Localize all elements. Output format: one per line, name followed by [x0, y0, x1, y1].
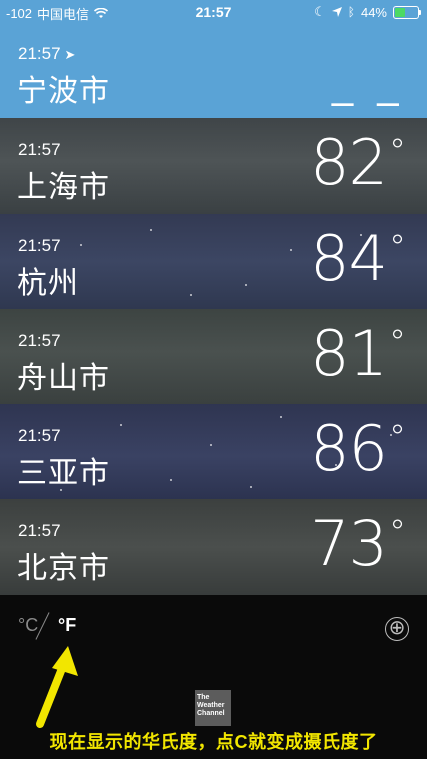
city-name: 杭州 — [17, 267, 79, 300]
city-temp: 82° — [310, 126, 406, 199]
city-temp-current: – – — [331, 80, 405, 118]
add-city-button[interactable]: ⊕ — [385, 617, 409, 641]
current-time-text: 21:57 — [18, 44, 61, 63]
city-row-shanghai[interactable]: 21:57 上海市 82° — [0, 118, 427, 214]
city-time: 21:57 — [18, 140, 61, 159]
city-time-current: 21:57 ➤ — [18, 44, 75, 64]
moon-icon: ☾ — [314, 4, 326, 19]
battery-fill — [395, 7, 405, 17]
city-temp: 86° — [310, 412, 406, 485]
annotation-arrow-icon — [36, 646, 78, 728]
battery-icon — [393, 5, 421, 19]
city-row-beijing[interactable]: 21:57 北京市 73° — [0, 499, 427, 595]
fahrenheit-toggle[interactable]: °F — [58, 615, 76, 636]
degree-symbol: ° — [389, 228, 406, 268]
temp-value: 81 — [310, 317, 388, 390]
city-row-zhoushan[interactable]: 21:57 舟山市 81° — [0, 309, 427, 404]
city-name: 三亚市 — [17, 457, 110, 490]
city-time: 21:57 — [18, 331, 61, 350]
city-temp: 81° — [310, 317, 406, 390]
annotation-text: 现在显示的华氏度，点C就变成摄氏度了 — [49, 732, 378, 752]
city-row-sanya[interactable]: 21:57 三亚市 86° — [0, 404, 427, 499]
degree-symbol: ° — [389, 418, 406, 458]
city-time: 21:57 — [18, 521, 61, 540]
city-temp: 84° — [310, 222, 406, 295]
city-time: 21:57 — [18, 236, 61, 255]
city-time: 21:57 — [18, 426, 61, 445]
status-bar: -102 中国电信 21:57 ☾ ᛒ 44% — [0, 0, 427, 24]
status-right: ☾ ᛒ 44% — [314, 4, 421, 20]
degree-symbol: ° — [389, 513, 406, 553]
city-name: 舟山市 — [17, 362, 110, 395]
city-row-current[interactable]: 21:57 ➤ 宁波市 – – — [0, 24, 427, 118]
location-icon — [331, 7, 342, 17]
degree-symbol: ° — [389, 323, 406, 363]
temp-value: 84 — [310, 222, 388, 295]
temp-value: 73 — [310, 507, 388, 580]
battery-percent: 44% — [360, 4, 387, 20]
celsius-toggle[interactable]: °C — [18, 615, 38, 636]
bluetooth-icon: ᛒ — [347, 5, 355, 19]
temp-value: 86 — [310, 412, 388, 485]
temp-value: 82 — [310, 126, 388, 199]
city-temp: 73° — [310, 507, 406, 580]
city-name: 北京市 — [17, 552, 110, 585]
location-arrow-icon: ➤ — [64, 47, 76, 62]
city-name: 上海市 — [17, 171, 110, 204]
weather-channel-logo[interactable]: The Weather Channel — [195, 690, 231, 726]
city-row-hangzhou[interactable]: 21:57 杭州 84° — [0, 214, 427, 309]
degree-symbol: ° — [389, 132, 406, 172]
city-name-current: 宁波市 — [17, 75, 110, 108]
